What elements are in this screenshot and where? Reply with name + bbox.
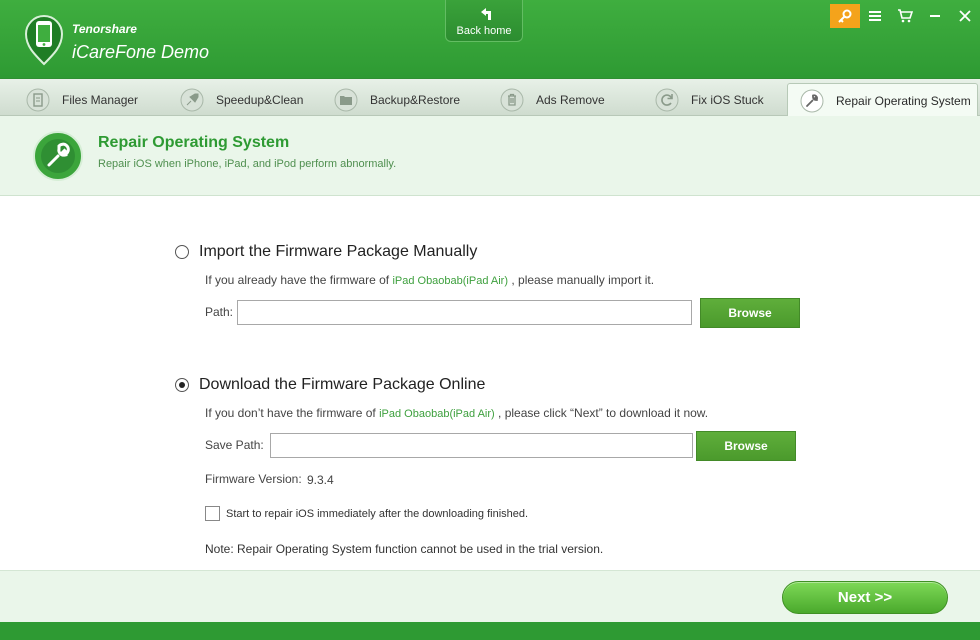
back-home-label: Back home (456, 25, 512, 37)
page-subtitle: Repair iOS when iPhone, iPad, and iPod p… (98, 158, 397, 170)
brand-company: Tenorshare (72, 22, 137, 36)
auto-repair-label: Start to repair iOS immediately after th… (226, 508, 529, 520)
tab-repair-operating-system[interactable]: Repair Operating System (787, 83, 978, 117)
rocket-icon (180, 88, 204, 111)
online-download-title: Download the Firmware Package Online (199, 376, 486, 393)
online-desc-suffix: , please click “Next” to download it now… (498, 406, 709, 420)
key-icon (838, 9, 852, 23)
tab-ads-remove[interactable]: Ads Remove (500, 83, 605, 116)
section-header: Repair Operating System Repair iOS when … (0, 116, 980, 196)
tab-bar: Files Manager Speedup&Clean Backup&Resto… (0, 78, 980, 117)
menu-button[interactable] (860, 4, 890, 28)
tab-label: Repair Operating System (836, 93, 971, 108)
key-button[interactable] (830, 4, 860, 28)
tab-fix-ios-stuck[interactable]: Fix iOS Stuck (655, 83, 764, 116)
path-input[interactable] (237, 300, 692, 325)
tab-backup-restore[interactable]: Backup&Restore (334, 83, 460, 116)
cart-button[interactable] (890, 4, 920, 28)
firmware-version-label: Firmware Version: (205, 472, 302, 486)
wrench-icon (800, 89, 824, 112)
page-title: Repair Operating System (98, 134, 290, 151)
minimize-icon (930, 15, 940, 17)
online-download-description: If you don’t have the firmware of iPad O… (205, 406, 708, 420)
manual-import-description: If you already have the firmware of iPad… (205, 273, 654, 287)
app-title: iCareFone Demo (72, 42, 210, 62)
tab-label: Files Manager (62, 92, 139, 107)
online-download-radio[interactable] (175, 378, 189, 392)
online-desc-prefix: If you don’t have the firmware of (205, 406, 376, 420)
save-path-input[interactable] (270, 433, 693, 458)
close-icon (959, 10, 971, 22)
save-path-label: Save Path: (205, 438, 264, 452)
trial-note: Note: Repair Operating System function c… (205, 542, 604, 556)
document-icon (26, 88, 50, 111)
bottom-status-strip (0, 622, 980, 640)
cart-icon (898, 9, 913, 23)
minimize-button[interactable] (920, 4, 950, 28)
window-controls (830, 4, 980, 28)
footer-bar: Next >> (0, 570, 980, 622)
folder-icon (334, 88, 358, 111)
refresh-icon (655, 88, 679, 111)
manual-import-title: Import the Firmware Package Manually (199, 243, 478, 260)
manual-device-name: iPad Obaobab(iPad Air) (392, 275, 509, 287)
tab-label: Speedup&Clean (216, 92, 304, 107)
manual-import-radio[interactable] (175, 245, 189, 259)
tab-label: Fix iOS Stuck (691, 92, 764, 107)
next-button[interactable]: Next >> (782, 581, 948, 614)
manual-browse-button[interactable]: Browse (700, 298, 800, 328)
tab-files-manager[interactable]: Files Manager (26, 83, 138, 116)
app-logo-icon (24, 15, 64, 66)
tab-label: Ads Remove (536, 92, 605, 107)
auto-repair-checkbox[interactable] (205, 506, 220, 521)
trash-icon (500, 88, 524, 111)
back-arrow-icon (481, 8, 491, 20)
firmware-version-value: 9.3.4 (307, 473, 334, 487)
tab-speedup-clean[interactable]: Speedup&Clean (180, 83, 303, 116)
back-home-button[interactable]: Back home (445, 0, 523, 42)
path-label: Path: (205, 305, 234, 319)
close-button[interactable] (950, 4, 980, 28)
repair-wrench-icon (33, 131, 83, 181)
menu-icon (869, 11, 881, 21)
title-bar: Tenorshare iCareFone Demo Back home (0, 0, 980, 78)
online-device-name: iPad Obaobab(iPad Air) (379, 408, 495, 420)
manual-desc-prefix: If you already have the firmware of (205, 273, 390, 287)
tab-label: Backup&Restore (370, 92, 461, 107)
online-browse-button[interactable]: Browse (696, 431, 796, 461)
manual-desc-suffix: , please manually import it. (511, 273, 655, 287)
